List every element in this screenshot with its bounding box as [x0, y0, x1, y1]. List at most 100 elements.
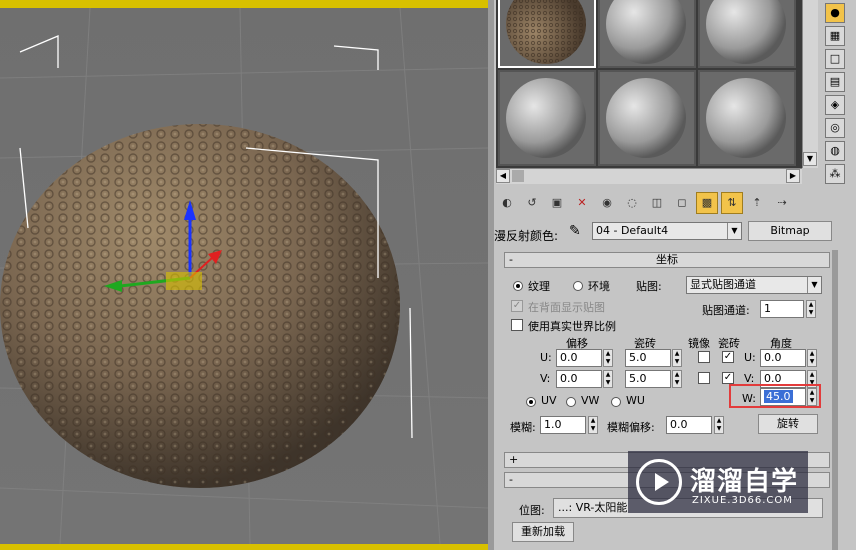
background-icon[interactable]: □	[825, 49, 845, 69]
slots-vertical-scrollbar[interactable]: ▼	[802, 0, 818, 168]
go-forward-sibling-icon[interactable]: ⇢	[771, 192, 793, 214]
v-mirror-checkbox[interactable]	[698, 372, 710, 384]
uv-label: UV	[541, 394, 557, 407]
channel-input[interactable]: 1	[760, 300, 804, 318]
u-offset-spinner[interactable]: ▲ ▼	[603, 349, 613, 367]
u-angle-spinner[interactable]: ▲ ▼	[807, 349, 817, 367]
collapse-symbol: -	[509, 253, 513, 266]
real-world-label: 使用真实世界比例	[528, 320, 616, 333]
put-to-library-icon[interactable]: ◫	[646, 192, 668, 214]
expand-symbol: +	[509, 453, 519, 466]
u-offset-input[interactable]: 0.0	[556, 349, 602, 367]
w-angle-highlight	[729, 384, 821, 408]
reset-map-icon[interactable]: ✕	[571, 192, 593, 214]
u-mirror-checkbox[interactable]	[698, 351, 710, 363]
collapse-symbol: -	[509, 473, 513, 486]
uv-radio[interactable]	[526, 397, 536, 407]
vw-label: VW	[581, 394, 600, 407]
v-tile-checkbox[interactable]: ✓	[722, 372, 734, 384]
backlight-icon[interactable]: ▦	[825, 26, 845, 46]
wu-radio[interactable]	[611, 397, 621, 407]
bitmap-position-label: 位图:	[519, 504, 545, 517]
material-slot-5[interactable]	[598, 70, 696, 166]
uv-tiling-icon[interactable]: ▤	[825, 72, 845, 92]
mode-texture-label: 纹理	[528, 280, 550, 293]
material-id-icon[interactable]: ◻	[671, 192, 693, 214]
blur-label: 模糊:	[510, 421, 536, 434]
bitmap-type-button[interactable]: Bitmap	[748, 221, 832, 241]
watermark-subtitle: ZIXUE.3D66.COM	[692, 495, 793, 506]
v-offset-input[interactable]: 0.0	[556, 370, 602, 388]
side-toolbar: ● ▦ □ ▤ ◈ ◎ ◍ ⁂	[820, 0, 856, 185]
make-unique-icon[interactable]: ◌	[621, 192, 643, 214]
mapping-dropdown[interactable]: 显式贴图通道 ▼	[686, 276, 822, 294]
mode-environment-label: 环境	[588, 280, 610, 293]
scroll-right-icon[interactable]: ▶	[786, 169, 800, 183]
v-tiling-input[interactable]: 5.0	[625, 370, 671, 388]
material-slots	[496, 0, 802, 168]
real-world-checkbox[interactable]	[511, 319, 523, 331]
panel-scrollbar[interactable]	[832, 250, 838, 550]
play-logo-icon	[636, 459, 682, 505]
scroll-left-icon[interactable]: ◀	[496, 169, 510, 183]
viewport-perspective[interactable]	[0, 0, 488, 550]
material-slot-2[interactable]	[598, 0, 696, 68]
select-by-material-icon[interactable]: ⁂	[825, 164, 845, 184]
put-to-scene-icon[interactable]: ↺	[521, 192, 543, 214]
make-preview-icon[interactable]: ◎	[825, 118, 845, 138]
coordinates-title: 坐标	[656, 253, 678, 266]
u-angle-label: U:	[744, 351, 756, 364]
viewport-scene	[0, 8, 488, 544]
show-map-in-viewport-icon[interactable]: ▩	[696, 192, 718, 214]
mirror-header: 镜像	[688, 337, 710, 350]
assign-to-selection-icon[interactable]: ▣	[546, 192, 568, 214]
blur-spinner[interactable]: ▲ ▼	[588, 416, 598, 434]
u-tile-checkbox[interactable]: ✓	[722, 351, 734, 363]
u-tiling-input[interactable]: 5.0	[625, 349, 671, 367]
watermark-title: 溜溜自学	[690, 467, 799, 497]
v-offset-spinner[interactable]: ▲ ▼	[603, 370, 613, 388]
sample-type-icon[interactable]: ●	[825, 3, 845, 23]
channel-spinner[interactable]: ▲ ▼	[806, 300, 816, 318]
dropdown-arrow-icon[interactable]: ▼	[727, 223, 741, 239]
tile-header: 瓷砖	[718, 337, 740, 350]
get-material-icon[interactable]: ◐	[496, 192, 518, 214]
material-slot-4[interactable]	[498, 70, 596, 166]
material-slot-6[interactable]	[698, 70, 796, 166]
diffuse-label: 漫反射颜色:	[494, 229, 559, 243]
make-copy-icon[interactable]: ◉	[596, 192, 618, 214]
material-slot-3[interactable]	[698, 0, 796, 68]
scroll-thumb[interactable]	[512, 170, 524, 182]
eyedropper-icon[interactable]: ✎	[569, 223, 581, 239]
coordinates-rollout-header[interactable]: - 坐标	[504, 252, 830, 268]
scroll-down-icon[interactable]: ▼	[803, 152, 817, 166]
blur-offset-spinner[interactable]: ▲ ▼	[714, 416, 724, 434]
mapping-value: 显式贴图通道	[690, 278, 756, 291]
blur-input[interactable]: 1.0	[540, 416, 586, 434]
go-to-parent-icon[interactable]: ⇡	[746, 192, 768, 214]
blur-offset-input[interactable]: 0.0	[666, 416, 712, 434]
u-angle-input[interactable]: 0.0	[760, 349, 806, 367]
slots-horizontal-scrollbar[interactable]: ◀ ▶	[496, 168, 802, 184]
options-icon[interactable]: ◍	[825, 141, 845, 161]
mode-texture-radio[interactable]	[513, 281, 523, 291]
v-label: V:	[540, 372, 551, 385]
video-check-icon[interactable]: ◈	[825, 95, 845, 115]
blur-offset-label: 模糊偏移:	[607, 421, 655, 434]
dropdown-arrow-icon[interactable]: ▼	[807, 277, 821, 293]
v-tiling-spinner[interactable]: ▲ ▼	[672, 370, 682, 388]
textured-sphere	[0, 124, 400, 488]
material-name-value: 04 - Default4	[596, 224, 669, 237]
vw-radio[interactable]	[566, 397, 576, 407]
mode-environment-radio[interactable]	[573, 281, 583, 291]
channel-label: 贴图通道:	[702, 304, 750, 317]
show-back-checkbox[interactable]: ✓	[511, 300, 523, 312]
reload-button[interactable]: 重新加载	[512, 522, 574, 542]
show-end-result-icon[interactable]: ⇅	[721, 192, 743, 214]
u-tiling-spinner[interactable]: ▲ ▼	[672, 349, 682, 367]
wu-label: WU	[626, 394, 645, 407]
mapping-label: 贴图:	[636, 280, 662, 293]
material-slot-1[interactable]	[498, 0, 596, 68]
material-name-field[interactable]: 04 - Default4 ▼	[592, 222, 742, 240]
rotate-button[interactable]: 旋转	[758, 414, 818, 434]
